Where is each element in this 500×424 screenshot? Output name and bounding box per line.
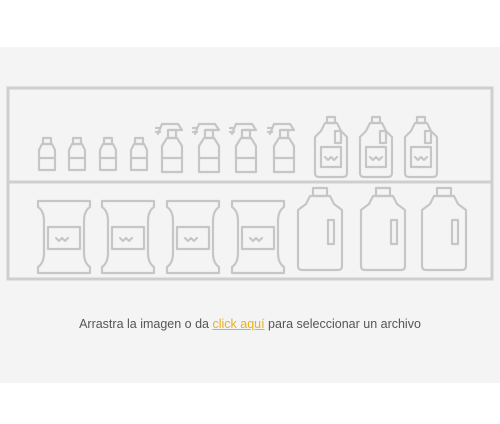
select-file-link[interactable]: click aquí	[212, 317, 264, 331]
shelf-illustration	[6, 86, 494, 281]
bag-icon	[100, 199, 156, 275]
bag-icon	[165, 199, 221, 275]
small-bottle-icon	[129, 136, 149, 172]
upload-instructions: Arrastra la imagen o da click aquí para …	[0, 317, 500, 331]
upload-text-after: para seleccionar un archivo	[264, 317, 421, 331]
jug-icon	[313, 115, 349, 179]
bag-icon	[230, 199, 286, 275]
spray-bottle-icon	[228, 122, 258, 174]
upload-text-before: Arrastra la imagen o da	[79, 317, 213, 331]
detergent-bottle-icon	[359, 186, 407, 272]
detergent-bottle-icon	[420, 186, 468, 272]
jug-icon	[358, 115, 394, 179]
file-dropzone[interactable]: Arrastra la imagen o da click aquí para …	[0, 47, 500, 383]
jug-icon	[403, 115, 439, 179]
spray-bottle-icon	[191, 122, 221, 174]
small-bottle-icon	[98, 136, 118, 172]
small-bottle-icon	[67, 136, 87, 172]
spray-bottle-icon	[154, 122, 184, 174]
bag-icon	[36, 199, 92, 275]
detergent-bottle-icon	[296, 186, 344, 272]
small-bottle-icon	[37, 136, 57, 172]
spray-bottle-icon	[266, 122, 296, 174]
